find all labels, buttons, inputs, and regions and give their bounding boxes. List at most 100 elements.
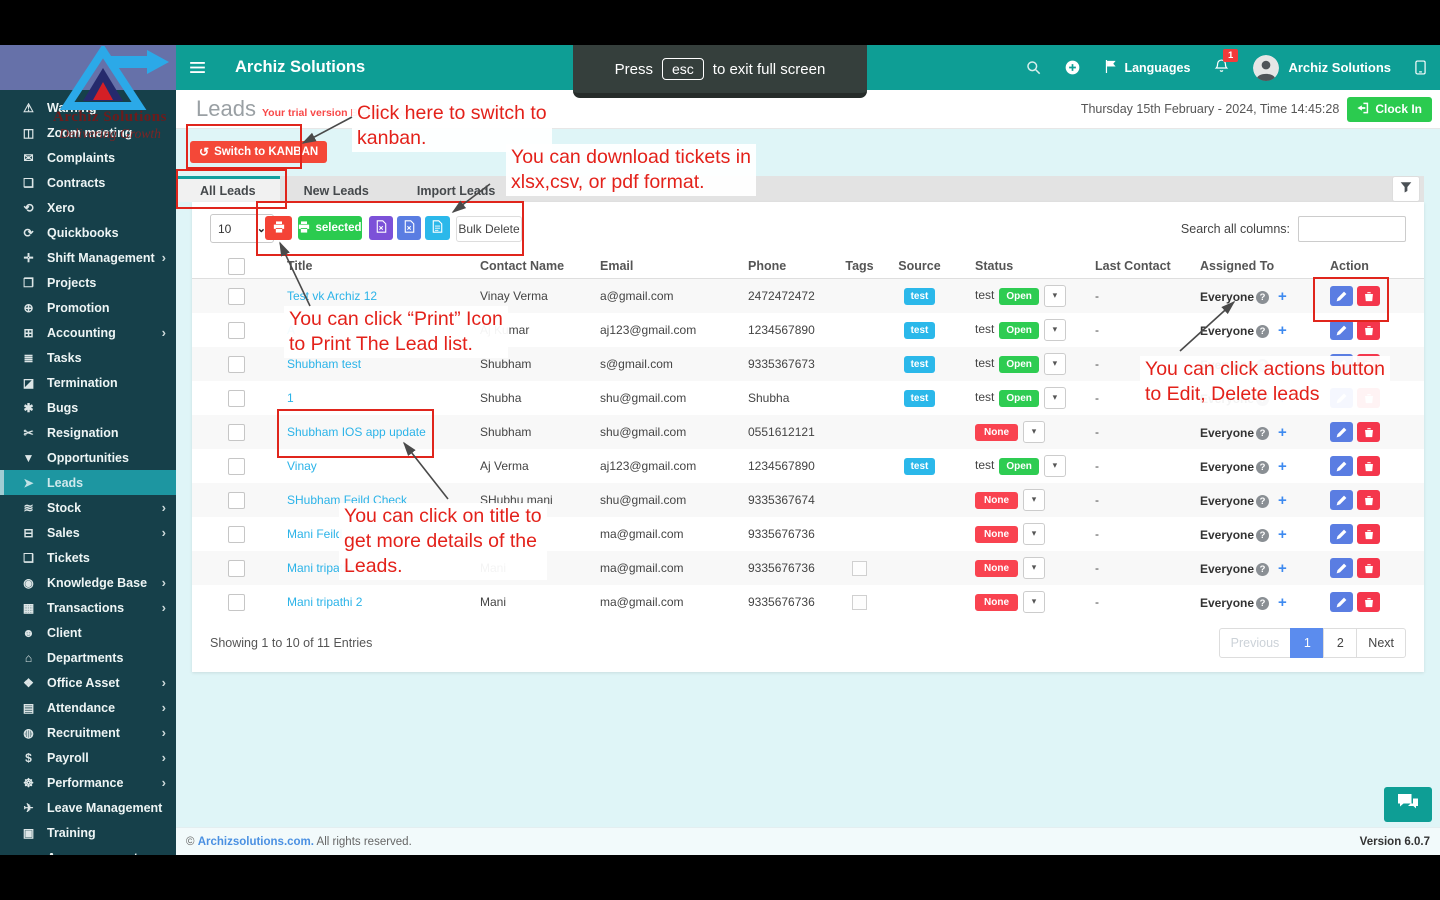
export-xlsx-button[interactable] (369, 216, 393, 240)
page-1-button[interactable]: 1 (1290, 628, 1325, 658)
edit-button[interactable] (1330, 558, 1353, 578)
lead-title-link[interactable]: A (287, 323, 295, 337)
switch-to-kanban-button[interactable]: ↺ Switch to KANBAN (190, 141, 328, 163)
lead-title-link[interactable]: Mani tripathi 2 (287, 595, 362, 609)
add-icon[interactable] (1065, 60, 1080, 75)
sidebar-item-training[interactable]: ▣ Training (0, 820, 176, 845)
lead-title-link[interactable]: Mani Feild (287, 527, 342, 541)
status-dropdown[interactable]: ▾ (1043, 455, 1066, 477)
footer-link[interactable]: Archizsolutions.com. (198, 836, 314, 848)
delete-button[interactable] (1357, 558, 1380, 578)
bulk-delete-button[interactable]: Bulk Delete (456, 216, 522, 242)
sidebar-item-sales[interactable]: ⊟ Sales › (0, 520, 176, 545)
lead-title-link[interactable]: SHubham Feild Check (287, 493, 407, 507)
sidebar-item-client[interactable]: ☻ Client (0, 620, 176, 645)
delete-button[interactable] (1357, 388, 1380, 408)
delete-button[interactable] (1357, 524, 1380, 544)
sidebar-item-promotion[interactable]: ⊕ Promotion (0, 295, 176, 320)
delete-button[interactable] (1357, 422, 1380, 442)
sidebar-item-knowledge-base[interactable]: ◉ Knowledge Base › (0, 570, 176, 595)
sidebar-item-opportunities[interactable]: ▼ Opportunities (0, 445, 176, 470)
status-dropdown[interactable]: ▾ (1023, 591, 1045, 613)
clock-in-button[interactable]: Clock In (1347, 96, 1432, 122)
assign-plus-button[interactable]: + (1278, 322, 1287, 339)
menu-icon[interactable] (190, 62, 205, 73)
sidebar-item-performance[interactable]: ☸ Performance › (0, 770, 176, 795)
row-checkbox[interactable] (228, 321, 245, 339)
status-dropdown[interactable]: ▾ (1043, 353, 1066, 375)
delete-button[interactable] (1357, 456, 1380, 476)
edit-button[interactable] (1330, 354, 1353, 374)
delete-button[interactable] (1357, 354, 1380, 374)
status-dropdown[interactable]: ▾ (1023, 489, 1045, 511)
sidebar-item-contracts[interactable]: ❏ Contracts (0, 170, 176, 195)
sidebar-item-stock[interactable]: ≋ Stock › (0, 495, 176, 520)
row-checkbox[interactable] (228, 287, 245, 305)
languages-menu[interactable]: Languages (1104, 59, 1190, 76)
sidebar-item-announcements[interactable]: ◄ Announcements (0, 845, 176, 856)
edit-button[interactable] (1330, 286, 1353, 306)
edit-button[interactable] (1330, 456, 1353, 476)
assign-plus-button[interactable]: + (1278, 458, 1287, 475)
sidebar-item-tasks[interactable]: ≣ Tasks (0, 345, 176, 370)
row-checkbox[interactable] (228, 491, 245, 509)
sidebar-item-office-asset[interactable]: ❖ Office Asset › (0, 670, 176, 695)
sidebar-item-projects[interactable]: ❐ Projects (0, 270, 176, 295)
delete-button[interactable] (1357, 592, 1380, 612)
page-2-button[interactable]: 2 (1323, 628, 1358, 658)
user-menu[interactable]: Archiz Solutions (1253, 54, 1391, 81)
edit-button[interactable] (1330, 422, 1353, 442)
sidebar-item-tickets[interactable]: ❑ Tickets (0, 545, 176, 570)
lead-title-link[interactable]: Shubham IOS app update (287, 425, 426, 439)
lead-title-link[interactable]: Shubham test (287, 357, 361, 371)
lead-title-link[interactable]: Vinay (287, 459, 317, 473)
assign-plus-button[interactable]: + (1278, 492, 1287, 509)
lead-title-link[interactable]: Test vk Archiz 12 (287, 289, 377, 303)
tablet-icon[interactable] (1415, 60, 1426, 75)
status-dropdown[interactable]: ▾ (1023, 523, 1045, 545)
edit-button[interactable] (1330, 388, 1353, 408)
status-dropdown[interactable]: ▾ (1043, 285, 1066, 307)
tab-new-leads[interactable]: New Leads (280, 176, 393, 202)
delete-button[interactable] (1357, 320, 1380, 340)
page-previous-button[interactable]: Previous (1218, 628, 1292, 658)
edit-button[interactable] (1330, 524, 1353, 544)
assign-plus-button[interactable]: + (1278, 288, 1287, 305)
print-selected-button[interactable]: selected (298, 216, 362, 240)
filter-button[interactable] (1392, 176, 1420, 202)
assign-plus-button[interactable]: + (1278, 424, 1287, 441)
search-icon[interactable] (1026, 60, 1041, 75)
page-next-button[interactable]: Next (1356, 628, 1406, 658)
assign-plus-button[interactable]: + (1278, 356, 1287, 373)
delete-button[interactable] (1357, 286, 1380, 306)
assign-plus-button[interactable]: + (1278, 390, 1287, 407)
sidebar-item-complaints[interactable]: ✉ Complaints (0, 145, 176, 170)
export-csv-button[interactable] (397, 216, 421, 240)
sidebar-item-leads[interactable]: ➤ Leads (0, 470, 176, 495)
sidebar-item-termination[interactable]: ◪ Termination (0, 370, 176, 395)
select-all-checkbox[interactable] (228, 257, 245, 275)
row-checkbox[interactable] (228, 423, 245, 441)
status-dropdown[interactable]: ▾ (1043, 319, 1066, 341)
sidebar-item-departments[interactable]: ⌂ Departments (0, 645, 176, 670)
row-checkbox[interactable] (228, 593, 245, 611)
sidebar-item-accounting[interactable]: ⊞ Accounting › (0, 320, 176, 345)
sidebar-item-xero[interactable]: ⟲ Xero (0, 195, 176, 220)
sidebar-item-leave-management[interactable]: ✈ Leave Management (0, 795, 176, 820)
search-all-columns-input[interactable] (1298, 216, 1406, 242)
sidebar-item-payroll[interactable]: $ Payroll › (0, 745, 176, 770)
status-dropdown[interactable]: ▾ (1023, 557, 1045, 579)
row-checkbox[interactable] (228, 457, 245, 475)
sidebar-item-bugs[interactable]: ✱ Bugs (0, 395, 176, 420)
sidebar-item-zoom-meeting[interactable]: ◫ Zoom meeting (0, 120, 176, 145)
sidebar-item-shift-management[interactable]: ✛ Shift Management › (0, 245, 176, 270)
notifications-button[interactable]: 1 (1214, 48, 1238, 78)
assign-plus-button[interactable]: + (1278, 594, 1287, 611)
sidebar-item-transactions[interactable]: ▦ Transactions › (0, 595, 176, 620)
sidebar-item-quickbooks[interactable]: ⟳ Quickbooks (0, 220, 176, 245)
row-checkbox[interactable] (228, 389, 245, 407)
chat-button[interactable] (1384, 787, 1432, 822)
edit-button[interactable] (1330, 592, 1353, 612)
status-dropdown[interactable]: ▾ (1043, 387, 1066, 409)
sidebar-item-warning[interactable]: ⚠ Warning (0, 95, 176, 120)
